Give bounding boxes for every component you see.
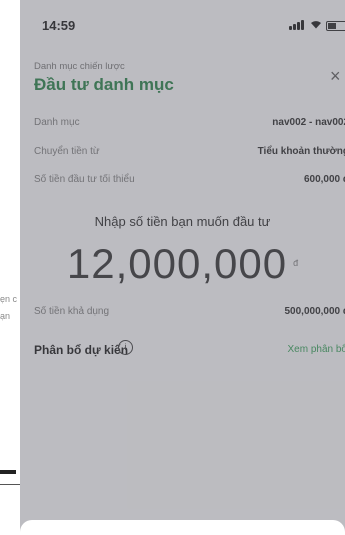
bottom-sheet <box>20 520 345 535</box>
background-divider <box>0 484 20 485</box>
background-text-fragment: ạn <box>0 311 11 321</box>
background-text-fragment: ẹn c <box>0 294 18 304</box>
modal-overlay <box>20 0 345 535</box>
background-dash <box>0 470 16 474</box>
invest-portfolio-sheet: 14:59 Danh mục chiến lược Đầu tư danh mụ… <box>20 0 345 535</box>
